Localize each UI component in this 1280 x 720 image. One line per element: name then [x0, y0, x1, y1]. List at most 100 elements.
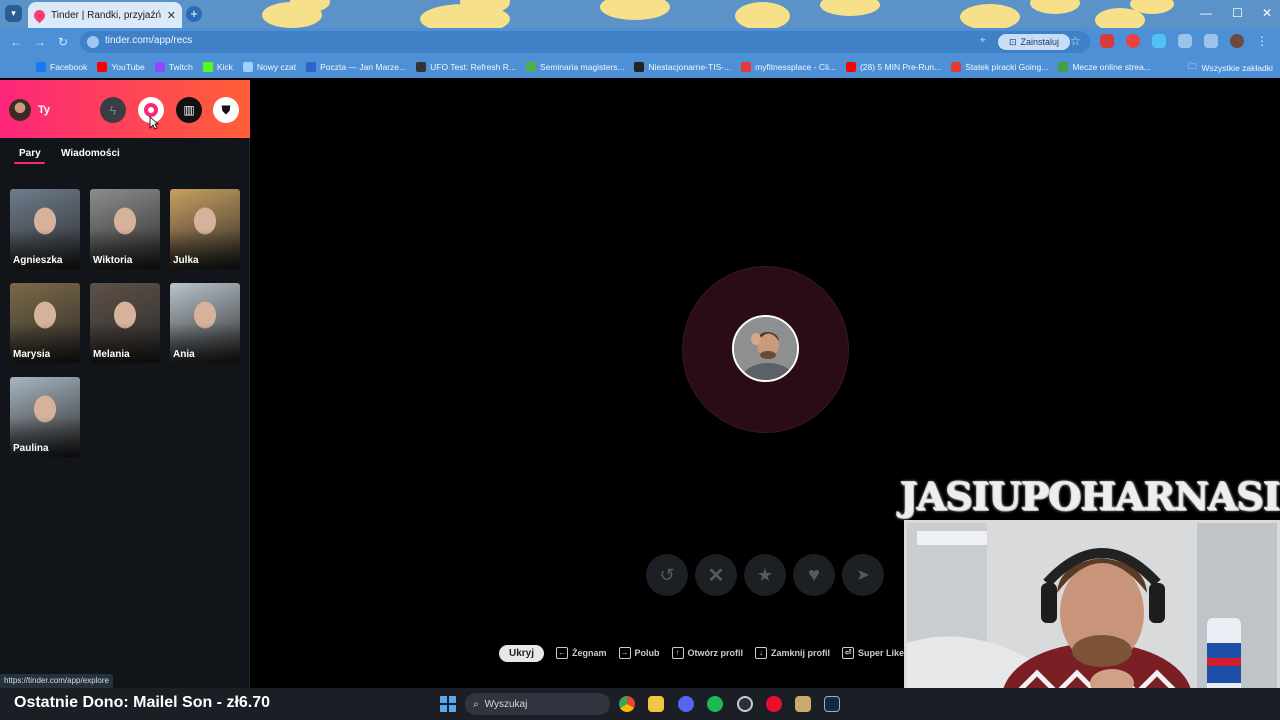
bookmark-label: Twitch	[168, 62, 193, 72]
bookmark-item[interactable]: Twitch	[154, 62, 193, 72]
forward-icon[interactable]: →	[34, 35, 46, 49]
bookmark-item[interactable]: Kick	[202, 62, 233, 72]
discord-icon[interactable]	[678, 696, 694, 712]
bookmark-item[interactable]: Poczta — Jan Marze...	[306, 62, 406, 72]
gifts-button[interactable]: ▥	[176, 97, 202, 123]
maximize-icon[interactable]: ☐	[1232, 6, 1243, 20]
rewind-button[interactable]: ↺	[646, 554, 688, 596]
match-card[interactable]: Paulina	[10, 377, 80, 457]
tab-matches[interactable]: Pary	[19, 148, 41, 159]
match-name: Melania	[93, 349, 130, 360]
shortcut-hint: ↓ Zamknij profil	[755, 647, 830, 659]
safety-button[interactable]: ⛊	[213, 97, 239, 123]
address-bar[interactable]: tinder.com/app/recs ⌖ ⊡ Zainstaluj ☆	[80, 31, 1090, 53]
match-card[interactable]: Julka	[170, 189, 240, 269]
folder-icon: 🗀	[1188, 61, 1197, 71]
tinder-sidebar: Ty ϟ ▥ ⛊ Pary Wiadomości Agnieszka Wiktor…	[0, 80, 250, 688]
active-tab-indicator	[14, 162, 45, 164]
reload-icon[interactable]: ↻	[58, 35, 68, 49]
bookmark-item[interactable]: Niestacjonarne-TIS-...	[634, 62, 731, 72]
bookmark-label: UFO Test: Refresh R...	[430, 62, 516, 72]
install-app-button[interactable]: ⊡ Zainstaluj	[998, 34, 1070, 50]
bookmarks-bar: Facebook YouTube Twitch Kick Nowy czat Poczta…	[0, 56, 1280, 78]
star-icon: ★	[756, 564, 774, 585]
ublock-extension-icon[interactable]	[1126, 34, 1140, 48]
record-app-icon[interactable]	[766, 696, 782, 712]
steam-icon[interactable]	[824, 696, 840, 712]
bookmark-favicon-icon	[154, 62, 165, 72]
back-icon[interactable]: ←	[10, 35, 22, 49]
bookmark-label: Mecze online strea...	[1072, 62, 1151, 72]
match-card[interactable]: Ania	[170, 283, 240, 363]
rewind-icon: ↺	[659, 564, 675, 585]
my-profile-avatar[interactable]	[9, 99, 31, 121]
windows-start-icon[interactable]	[440, 696, 456, 712]
reading-list-icon[interactable]	[1204, 34, 1218, 48]
bookmark-favicon-icon	[1058, 62, 1069, 72]
tab-tinder[interactable]: Tinder | Randki, przyjaźń, nowe ✕	[28, 2, 182, 28]
bookmark-item[interactable]: Facebook	[36, 62, 87, 72]
bookmark-favicon-icon	[36, 62, 46, 72]
shortcut-key: ↓	[755, 647, 768, 659]
bookmark-favicon-icon	[416, 62, 427, 72]
bookmark-item[interactable]: Seminaria magisters...	[525, 62, 624, 72]
shield-icon: ⛊	[221, 102, 231, 117]
bookmark-label: Statek piracki Going...	[965, 62, 1049, 72]
bookmark-item[interactable]: Nowy czat	[242, 62, 296, 72]
streamer-name-overlay: JASIUPOHARNASIU	[900, 474, 1280, 519]
chrome-taskbar-icon[interactable]	[619, 696, 635, 712]
match-card[interactable]: Wiktoria	[90, 189, 160, 269]
like-button[interactable]: ♥	[793, 554, 835, 596]
shortcut-label: Żegnam	[572, 648, 607, 658]
bookmark-item[interactable]: YouTube	[97, 62, 145, 72]
lightning-icon: ϟ	[109, 102, 117, 118]
bookmark-item[interactable]: Statek piracki Going...	[951, 62, 1048, 72]
adblock-extension-icon[interactable]	[1100, 34, 1114, 48]
bookmark-star-icon[interactable]: ☆	[1070, 34, 1081, 48]
tab-search-button[interactable]: ▾	[5, 5, 22, 22]
search-icon: ⌕	[473, 698, 479, 710]
tab-messages[interactable]: Wiadomości	[61, 148, 120, 159]
my-photo-avatar	[732, 315, 799, 382]
bookmark-item[interactable]: Mecze online strea...	[1058, 62, 1151, 72]
my-profile-name[interactable]: Ty	[38, 104, 50, 116]
profile-avatar-icon[interactable]	[1230, 34, 1244, 48]
new-tab-button[interactable]: +	[186, 6, 202, 22]
site-info-icon[interactable]	[87, 36, 99, 48]
boost-action-button[interactable]: ➤	[842, 554, 884, 596]
taskbar-search[interactable]: ⌕ Wyszukaj	[465, 693, 610, 715]
match-card[interactable]: Melania	[90, 283, 160, 363]
obs-icon[interactable]	[737, 696, 753, 712]
7tv-extension-icon[interactable]	[1152, 34, 1166, 48]
shortcut-hint: ⏎ Super Like	[842, 647, 904, 659]
donation-ticker: Ostatnie Dono: Mailel Son - zł6.70	[14, 694, 271, 711]
bookmark-favicon-icon	[741, 62, 752, 72]
bookmark-item[interactable]: (28) 5 MIN Pre-Run...	[845, 62, 941, 72]
location-icon[interactable]: ⌖	[980, 35, 986, 46]
match-card[interactable]: Agnieszka	[10, 189, 80, 269]
match-card[interactable]: Marysia	[10, 283, 80, 363]
hide-shortcuts-button[interactable]: Ukryj	[499, 644, 545, 662]
match-name: Marysia	[13, 349, 51, 360]
bookmark-item[interactable]: myfitnessplace - Cli...	[741, 62, 836, 72]
super-like-button[interactable]: ★	[744, 554, 786, 596]
boost-button[interactable]: ϟ	[100, 97, 126, 123]
all-bookmarks-folder[interactable]: 🗀 Wszystkie zakładki	[1188, 61, 1273, 75]
briefcase-icon: ▥	[183, 103, 195, 117]
bookmark-label: Poczta — Jan Marze...	[320, 62, 407, 72]
bookmark-label: Niestacjonarne-TIS-...	[648, 62, 732, 72]
bookmark-item[interactable]: UFO Test: Refresh R...	[416, 62, 516, 72]
shortcut-hint: ← Żegnam	[556, 647, 607, 659]
file-explorer-icon[interactable]	[648, 696, 664, 712]
browser-menu-icon[interactable]: ⋮	[1256, 34, 1268, 48]
close-tab-icon[interactable]: ✕	[167, 9, 176, 22]
minimize-icon[interactable]: —	[1200, 6, 1212, 20]
shortcut-label: Polub	[634, 648, 660, 658]
league-icon[interactable]	[795, 696, 811, 712]
extensions-puzzle-icon[interactable]	[1178, 34, 1192, 48]
spotify-icon[interactable]	[707, 696, 723, 712]
nope-button[interactable]: ✕	[695, 554, 737, 596]
close-window-icon[interactable]: ✕	[1262, 6, 1272, 20]
match-name: Wiktoria	[93, 255, 133, 266]
bookmark-favicon-icon	[306, 62, 317, 72]
